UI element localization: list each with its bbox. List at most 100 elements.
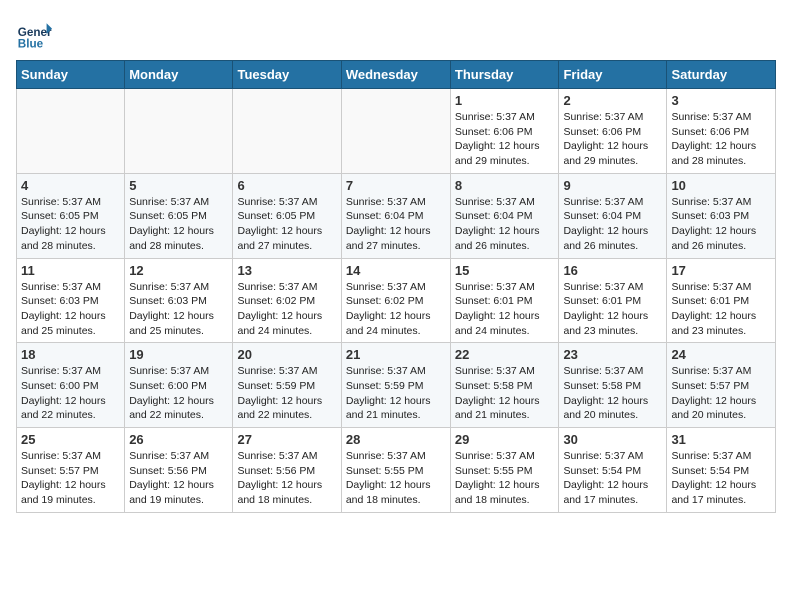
day-number: 14 — [346, 263, 446, 278]
day-number: 24 — [671, 347, 771, 362]
calendar-cell: 27 Sunrise: 5:37 AMSunset: 5:56 PMDayligh… — [233, 428, 341, 513]
calendar-cell: 21 Sunrise: 5:37 AMSunset: 5:59 PMDayligh… — [341, 343, 450, 428]
day-info: Sunrise: 5:37 AMSunset: 6:05 PMDaylight:… — [237, 195, 336, 254]
day-info: Sunrise: 5:37 AMSunset: 6:01 PMDaylight:… — [455, 280, 555, 339]
day-info: Sunrise: 5:37 AMSunset: 6:06 PMDaylight:… — [671, 110, 771, 169]
day-number: 7 — [346, 178, 446, 193]
day-number: 28 — [346, 432, 446, 447]
day-number: 6 — [237, 178, 336, 193]
calendar-cell: 1 Sunrise: 5:37 AMSunset: 6:06 PMDaylight… — [450, 89, 559, 174]
day-info: Sunrise: 5:37 AMSunset: 6:02 PMDaylight:… — [346, 280, 446, 339]
calendar-cell: 5Sunrise: 5:37 AMSunset: 6:05 PMDaylight… — [125, 173, 233, 258]
day-number: 22 — [455, 347, 555, 362]
day-info: Sunrise: 5:37 AMSunset: 5:57 PMDaylight:… — [671, 364, 771, 423]
day-info: Sunrise: 5:37 AMSunset: 5:55 PMDaylight:… — [455, 449, 555, 508]
calendar-header-row: SundayMondayTuesdayWednesdayThursdayFrid… — [17, 61, 776, 89]
weekday-header-saturday: Saturday — [667, 61, 776, 89]
day-number: 1 — [455, 93, 555, 108]
calendar-cell: 12 Sunrise: 5:37 AMSunset: 6:03 PMDayligh… — [125, 258, 233, 343]
day-number: 31 — [671, 432, 771, 447]
day-number: 2 — [563, 93, 662, 108]
calendar-cell: 29 Sunrise: 5:37 AMSunset: 5:55 PMDayligh… — [450, 428, 559, 513]
calendar-cell: 13 Sunrise: 5:37 AMSunset: 6:02 PMDayligh… — [233, 258, 341, 343]
day-number: 4 — [21, 178, 120, 193]
calendar-cell: 23 Sunrise: 5:37 AMSunset: 5:58 PMDayligh… — [559, 343, 667, 428]
day-info: Sunrise: 5:37 AMSunset: 6:00 PMDaylight:… — [21, 364, 120, 423]
calendar-cell: 10 Sunrise: 5:37 AMSunset: 6:03 PMDayligh… — [667, 173, 776, 258]
day-info: Sunrise: 5:37 AMSunset: 6:02 PMDaylight:… — [237, 280, 336, 339]
day-info: Sunrise: 5:37 AMSunset: 6:03 PMDaylight:… — [129, 280, 228, 339]
day-number: 12 — [129, 263, 228, 278]
calendar-week-row: 11 Sunrise: 5:37 AMSunset: 6:03 PMDayligh… — [17, 258, 776, 343]
day-number: 18 — [21, 347, 120, 362]
day-number: 15 — [455, 263, 555, 278]
day-info: Sunrise: 5:37 AMSunset: 6:00 PMDaylight:… — [129, 364, 228, 423]
day-info: Sunrise: 5:37 AMSunset: 6:01 PMDaylight:… — [671, 280, 771, 339]
day-info: Sunrise: 5:37 AMSunset: 5:59 PMDaylight:… — [237, 364, 336, 423]
calendar-cell: 28 Sunrise: 5:37 AMSunset: 5:55 PMDayligh… — [341, 428, 450, 513]
calendar-cell: 31 Sunrise: 5:37 AMSunset: 5:54 PMDayligh… — [667, 428, 776, 513]
day-number: 5 — [129, 178, 228, 193]
day-number: 26 — [129, 432, 228, 447]
day-number: 10 — [671, 178, 771, 193]
day-info: Sunrise: 5:37 AMSunset: 5:59 PMDaylight:… — [346, 364, 446, 423]
svg-text:Blue: Blue — [18, 38, 44, 51]
calendar-cell: 11Sunrise: 5:37 AMSunset: 6:03 PMDayligh… — [17, 258, 125, 343]
day-number: 21 — [346, 347, 446, 362]
day-number: 20 — [237, 347, 336, 362]
calendar-cell: 30Sunrise: 5:37 AMSunset: 5:54 PMDayligh… — [559, 428, 667, 513]
day-number: 17 — [671, 263, 771, 278]
day-info: Sunrise: 5:37 AMSunset: 5:58 PMDaylight:… — [563, 364, 662, 423]
day-info: Sunrise: 5:37 AMSunset: 5:55 PMDaylight:… — [346, 449, 446, 508]
calendar-cell — [341, 89, 450, 174]
day-info: Sunrise: 5:37 AMSunset: 5:57 PMDaylight:… — [21, 449, 120, 508]
day-number: 13 — [237, 263, 336, 278]
calendar-cell: 9 Sunrise: 5:37 AMSunset: 6:04 PMDaylight… — [559, 173, 667, 258]
day-number: 23 — [563, 347, 662, 362]
calendar-week-row: 25 Sunrise: 5:37 AMSunset: 5:57 PMDayligh… — [17, 428, 776, 513]
logo-icon: General Blue — [16, 16, 52, 52]
calendar-cell — [233, 89, 341, 174]
day-info: Sunrise: 5:37 AMSunset: 6:03 PMDaylight:… — [671, 195, 771, 254]
calendar-table: SundayMondayTuesdayWednesdayThursdayFrid… — [16, 60, 776, 513]
calendar-week-row: 18 Sunrise: 5:37 AMSunset: 6:00 PMDayligh… — [17, 343, 776, 428]
calendar-cell: 2Sunrise: 5:37 AMSunset: 6:06 PMDaylight… — [559, 89, 667, 174]
calendar-cell: 14 Sunrise: 5:37 AMSunset: 6:02 PMDayligh… — [341, 258, 450, 343]
calendar-cell — [125, 89, 233, 174]
calendar-cell: 18 Sunrise: 5:37 AMSunset: 6:00 PMDayligh… — [17, 343, 125, 428]
calendar-cell: 25 Sunrise: 5:37 AMSunset: 5:57 PMDayligh… — [17, 428, 125, 513]
calendar-cell: 20 Sunrise: 5:37 AMSunset: 5:59 PMDayligh… — [233, 343, 341, 428]
day-number: 29 — [455, 432, 555, 447]
day-info: Sunrise: 5:37 AMSunset: 5:54 PMDaylight:… — [671, 449, 771, 508]
page-header: General Blue — [16, 16, 776, 52]
day-info: Sunrise: 5:37 AMSunset: 6:01 PMDaylight:… — [563, 280, 662, 339]
calendar-cell: 4 Sunrise: 5:37 AMSunset: 6:05 PMDaylight… — [17, 173, 125, 258]
day-info: Sunrise: 5:37 AMSunset: 6:04 PMDaylight:… — [455, 195, 555, 254]
weekday-header-friday: Friday — [559, 61, 667, 89]
day-info: Sunrise: 5:37 AMSunset: 5:56 PMDaylight:… — [129, 449, 228, 508]
calendar-cell: 3 Sunrise: 5:37 AMSunset: 6:06 PMDaylight… — [667, 89, 776, 174]
day-info: Sunrise: 5:37 AMSunset: 6:04 PMDaylight:… — [563, 195, 662, 254]
calendar-cell — [17, 89, 125, 174]
day-info: Sunrise: 5:37 AMSunset: 5:54 PMDaylight:… — [563, 449, 662, 508]
day-number: 27 — [237, 432, 336, 447]
weekday-header-thursday: Thursday — [450, 61, 559, 89]
day-info: Sunrise: 5:37 AMSunset: 6:05 PMDaylight:… — [21, 195, 120, 254]
calendar-cell: 6 Sunrise: 5:37 AMSunset: 6:05 PMDaylight… — [233, 173, 341, 258]
day-number: 8 — [455, 178, 555, 193]
logo[interactable]: General Blue — [16, 16, 52, 52]
calendar-week-row: 4 Sunrise: 5:37 AMSunset: 6:05 PMDaylight… — [17, 173, 776, 258]
calendar-cell: 26 Sunrise: 5:37 AMSunset: 5:56 PMDayligh… — [125, 428, 233, 513]
calendar-cell: 16Sunrise: 5:37 AMSunset: 6:01 PMDayligh… — [559, 258, 667, 343]
weekday-header-monday: Monday — [125, 61, 233, 89]
calendar-cell: 22Sunrise: 5:37 AMSunset: 5:58 PMDayligh… — [450, 343, 559, 428]
day-number: 9 — [563, 178, 662, 193]
day-info: Sunrise: 5:37 AMSunset: 5:56 PMDaylight:… — [237, 449, 336, 508]
day-info: Sunrise: 5:37 AMSunset: 6:06 PMDaylight:… — [455, 110, 555, 169]
day-number: 11 — [21, 263, 120, 278]
day-number: 25 — [21, 432, 120, 447]
day-number: 3 — [671, 93, 771, 108]
weekday-header-wednesday: Wednesday — [341, 61, 450, 89]
calendar-cell: 17 Sunrise: 5:37 AMSunset: 6:01 PMDayligh… — [667, 258, 776, 343]
weekday-header-sunday: Sunday — [17, 61, 125, 89]
